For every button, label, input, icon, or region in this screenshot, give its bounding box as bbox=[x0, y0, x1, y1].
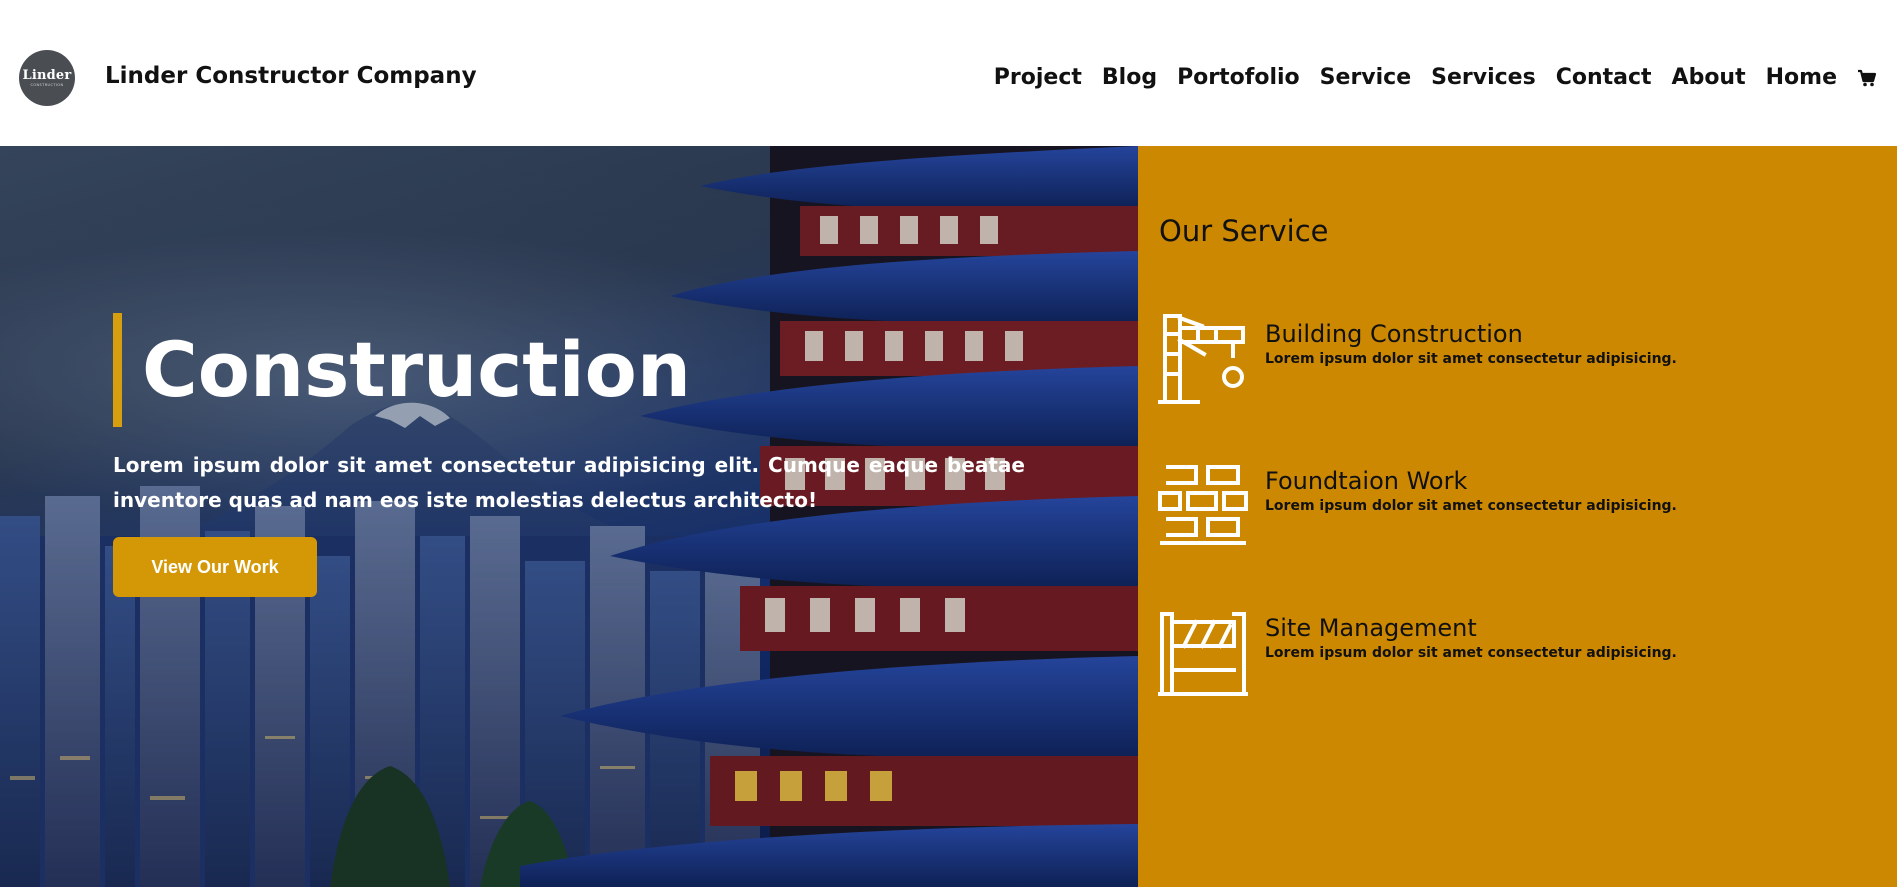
service-panel: Our Service Building Construction Lorem … bbox=[1138, 146, 1897, 887]
service-desc: Lorem ipsum dolor sit amet consectetur a… bbox=[1265, 645, 1677, 661]
service-name: Foundtaion Work bbox=[1265, 467, 1468, 495]
main-nav: Project Blog Portofolio Service Services… bbox=[994, 64, 1877, 92]
service-item-building-construction[interactable]: Building Construction Lorem ipsum dolor … bbox=[1158, 314, 1878, 410]
nav-services[interactable]: Services bbox=[1431, 64, 1536, 92]
service-item-site-management[interactable]: Site Management Lorem ipsum dolor sit am… bbox=[1158, 608, 1878, 704]
logo-text: Linder bbox=[22, 67, 72, 83]
view-our-work-button[interactable]: View Our Work bbox=[113, 537, 317, 597]
nav-project[interactable]: Project bbox=[994, 64, 1082, 92]
hero-description: Lorem ipsum dolor sit amet consectetur a… bbox=[113, 453, 1025, 512]
site-header: Linder CONSTRUCTION Linder Constructor C… bbox=[0, 0, 1897, 146]
cart-icon[interactable] bbox=[1857, 68, 1877, 88]
service-title: Our Service bbox=[1159, 214, 1329, 248]
hero-title: Construction bbox=[142, 325, 691, 414]
service-name: Site Management bbox=[1265, 614, 1477, 642]
service-name: Building Construction bbox=[1265, 320, 1523, 348]
nav-blog[interactable]: Blog bbox=[1102, 64, 1157, 92]
service-item-foundation-work[interactable]: Foundtaion Work Lorem ipsum dolor sit am… bbox=[1158, 461, 1878, 557]
barrier-icon bbox=[1158, 612, 1248, 696]
bricks-icon bbox=[1158, 465, 1248, 545]
crane-icon bbox=[1158, 314, 1245, 404]
nav-home[interactable]: Home bbox=[1766, 64, 1837, 92]
nav-portofolio[interactable]: Portofolio bbox=[1177, 64, 1300, 92]
brand-name[interactable]: Linder Constructor Company bbox=[105, 63, 477, 89]
nav-about[interactable]: About bbox=[1672, 64, 1746, 92]
company-logo[interactable]: Linder CONSTRUCTION bbox=[19, 50, 75, 106]
service-desc: Lorem ipsum dolor sit amet consectetur a… bbox=[1265, 351, 1677, 367]
service-desc: Lorem ipsum dolor sit amet consectetur a… bbox=[1265, 498, 1677, 514]
nav-service[interactable]: Service bbox=[1320, 64, 1411, 92]
hero-title-accent-bar bbox=[113, 313, 122, 427]
nav-contact[interactable]: Contact bbox=[1556, 64, 1652, 92]
logo-subtext: CONSTRUCTION bbox=[30, 82, 64, 87]
